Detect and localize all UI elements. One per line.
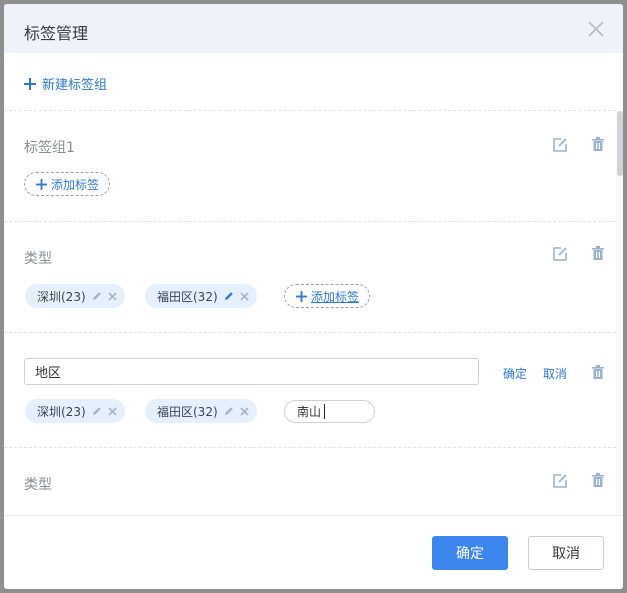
delete-group-button[interactable]	[590, 472, 606, 488]
cancel-button[interactable]: 取消	[528, 536, 604, 570]
new-group-label: 新建标签组	[42, 78, 108, 93]
tag-label: 深圳(23)	[37, 404, 86, 419]
tag-chip: 福田区(32)	[145, 399, 257, 423]
group-title: 标签组1	[24, 140, 75, 156]
group-name-input[interactable]	[24, 358, 479, 385]
new-tag-input[interactable]	[284, 400, 375, 423]
tag-management-dialog: 标签管理 新建标签组 标签组1 添加标签 类型 深圳(23) 福田区(32) 添…	[4, 4, 623, 589]
edit-group-button[interactable]	[552, 246, 568, 262]
scrollbar-thumb[interactable]	[617, 111, 623, 176]
delete-group-button[interactable]	[590, 364, 606, 380]
edit-group-button[interactable]	[552, 473, 568, 489]
plus-icon	[24, 77, 36, 90]
trash-icon	[592, 246, 604, 260]
add-tag-label: 添加标签	[51, 177, 100, 192]
pencil-icon[interactable]	[224, 406, 234, 416]
dialog-title: 标签管理	[24, 24, 89, 43]
tag-chip: 深圳(23)	[25, 284, 125, 308]
dialog-header: 标签管理	[4, 4, 623, 53]
trash-icon	[592, 365, 604, 379]
confirm-group-name-link[interactable]: 确定	[503, 365, 527, 382]
dialog-footer: 确定 取消	[4, 515, 623, 589]
delete-group-button[interactable]	[590, 245, 606, 261]
x-icon[interactable]	[108, 406, 117, 416]
confirm-button[interactable]: 确定	[432, 536, 508, 570]
tag-label: 福田区(32)	[157, 289, 218, 304]
cancel-group-name-link[interactable]: 取消	[543, 365, 567, 382]
tag-label: 深圳(23)	[37, 289, 86, 304]
add-tag-label: 添加标签	[311, 289, 360, 304]
add-tag-button[interactable]: 添加标签	[24, 172, 111, 196]
x-icon[interactable]	[240, 406, 249, 416]
pencil-icon[interactable]	[92, 291, 102, 301]
tag-chip: 深圳(23)	[25, 399, 125, 423]
edit-icon	[553, 247, 567, 261]
tag-chip: 福田区(32)	[145, 284, 257, 308]
tag-label: 福田区(32)	[157, 404, 218, 419]
edit-group-button[interactable]	[552, 137, 568, 153]
trash-icon	[592, 473, 604, 487]
group-title: 类型	[24, 477, 52, 493]
close-button[interactable]	[583, 16, 609, 42]
text-caret	[324, 404, 325, 419]
pencil-icon[interactable]	[224, 291, 234, 301]
divider	[4, 447, 616, 448]
edit-icon	[553, 138, 567, 152]
group-title: 类型	[24, 251, 52, 267]
divider	[4, 332, 616, 333]
divider	[4, 221, 616, 222]
pencil-icon[interactable]	[92, 406, 102, 416]
edit-icon	[553, 474, 567, 488]
new-group-button[interactable]: 新建标签组	[24, 74, 107, 93]
trash-icon	[592, 137, 604, 151]
delete-group-button[interactable]	[590, 136, 606, 152]
x-icon[interactable]	[108, 291, 117, 301]
plus-icon	[296, 290, 307, 302]
divider	[4, 110, 616, 111]
close-icon	[588, 21, 604, 37]
plus-icon	[36, 178, 47, 190]
x-icon[interactable]	[240, 291, 249, 301]
add-tag-button[interactable]: 添加标签	[284, 284, 371, 308]
